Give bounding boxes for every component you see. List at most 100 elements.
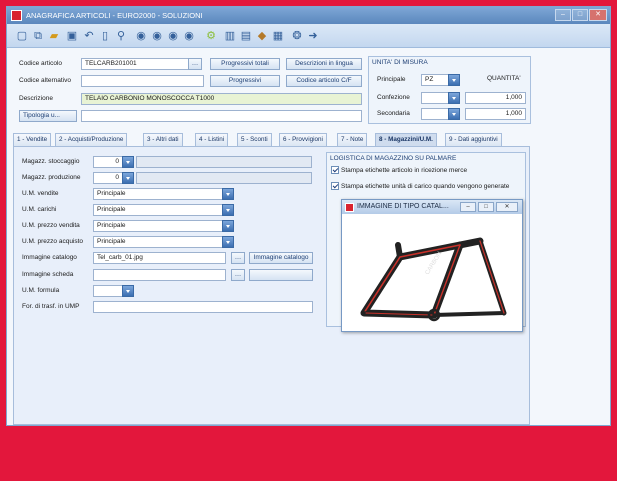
stampa-etichette-articolo-label: Stampa etichette articolo in ricezione m…: [341, 167, 468, 174]
um-vendite-select[interactable]: Principale: [93, 188, 223, 200]
magazz-stoccaggio-dropdown[interactable]: [122, 156, 134, 168]
tab-provvigioni[interactable]: 6 - Provvigioni: [279, 133, 327, 146]
principale-um-dropdown[interactable]: [448, 74, 460, 86]
popup-app-icon: [345, 203, 354, 212]
confezione-um-field[interactable]: [421, 92, 449, 104]
image-preview-window[interactable]: IMMAGINE DI TIPO CATAL... – □ ✕ CARBON: [341, 199, 523, 332]
um-carichi-select[interactable]: Principale: [93, 204, 223, 216]
for-trasf-ump-field[interactable]: [93, 301, 313, 313]
settings-icon[interactable]: ⚙: [204, 29, 218, 43]
stampa-etichette-unita-checkbox[interactable]: [331, 182, 339, 190]
tab-listini[interactable]: 4 - Listini: [195, 133, 229, 146]
magazz-stoccaggio-field[interactable]: 0: [93, 156, 123, 168]
magazz-stoccaggio-description: [136, 156, 312, 168]
for-trasf-ump-label: For. di trasf. in UMP: [22, 303, 80, 310]
delete-icon[interactable]: ▯: [98, 29, 112, 43]
um-vendite-label: U.M. vendite: [22, 190, 59, 197]
stampa-etichette-articolo-checkbox[interactable]: [331, 166, 339, 174]
maximize-button[interactable]: □: [572, 9, 588, 21]
immagine-catalogo-button[interactable]: Immagine catalogo: [249, 252, 313, 264]
um-carichi-label: U.M. carichi: [22, 206, 57, 213]
tab-dati-aggiuntivi[interactable]: 9 - Dati aggiuntivi: [445, 133, 502, 146]
exit-icon[interactable]: ➜: [306, 29, 320, 43]
codice-alternativo-label: Codice alternativo: [19, 77, 72, 84]
copy-icon[interactable]: ⧉: [31, 29, 45, 43]
descrizione-label: Descrizione: [19, 95, 53, 102]
previous-icon[interactable]: ◉: [150, 29, 164, 43]
codice-articolo-label: Codice articolo: [19, 60, 62, 67]
um-prezzo-vendita-select[interactable]: Principale: [93, 220, 223, 232]
bottom-banner: [0, 427, 617, 481]
magazz-produzione-field[interactable]: 0: [93, 172, 123, 184]
codice-articolo-field[interactable]: TELCARB201001: [81, 58, 193, 70]
close-button[interactable]: ✕: [589, 9, 607, 21]
tab-sconti[interactable]: 5 - Sconti: [237, 133, 272, 146]
um-carichi-dropdown[interactable]: [222, 204, 234, 216]
undo-icon[interactable]: ↶: [82, 29, 96, 43]
magazz-produzione-dropdown[interactable]: [122, 172, 134, 184]
um-prezzo-acquisto-label: U.M. prezzo acquisto: [22, 238, 84, 245]
secondaria-quantita-field[interactable]: 1,000: [465, 108, 526, 120]
tab-acquisti-produzione[interactable]: 2 - Acquisti/Produzione: [55, 133, 128, 146]
tab-note[interactable]: 7 - Note: [337, 133, 368, 146]
codice-articolo-lookup-button[interactable]: …: [188, 58, 202, 70]
barcode-icon[interactable]: ▥: [223, 29, 237, 43]
confezione-quantita-field[interactable]: 1,000: [465, 92, 526, 104]
um-vendite-dropdown[interactable]: [222, 188, 234, 200]
new-icon[interactable]: ▢: [15, 29, 29, 43]
stampa-etichette-unita-label: Stampa etichette unità di carico quando …: [341, 183, 510, 190]
first-icon[interactable]: ◉: [134, 29, 148, 43]
descrizione-field[interactable]: TELAIO CARBONIO MONOSCOCCA T1000: [81, 93, 362, 105]
tipologia-field[interactable]: [81, 110, 362, 122]
confezione-um-dropdown[interactable]: [448, 92, 460, 104]
help-icon[interactable]: ❂: [290, 29, 304, 43]
codice-articolo-cf-button[interactable]: Codice articolo C/F: [286, 75, 362, 87]
immagine-catalogo-field[interactable]: Tel_carb_01.jpg: [93, 252, 226, 264]
um-prezzo-acquisto-select[interactable]: Principale: [93, 236, 223, 248]
open-icon[interactable]: ▰: [47, 29, 61, 43]
next-icon[interactable]: ◉: [166, 29, 180, 43]
magazz-produzione-description: [136, 172, 312, 184]
tab-vendite[interactable]: 1 - Vendite: [13, 133, 52, 146]
um-formula-dropdown[interactable]: [122, 285, 134, 297]
progressivi-totali-button[interactable]: Progressivi totali: [210, 58, 280, 70]
unita-misura-group: UNITA' DI MISURA QUANTITA' Principale PZ…: [368, 56, 531, 124]
package-icon[interactable]: ◆: [255, 29, 269, 43]
document-icon[interactable]: ▤: [239, 29, 253, 43]
stock-icon[interactable]: ▦: [271, 29, 285, 43]
toolbar: ▢ ⧉ ▰ ▣ ↶ ▯ ⚲ ◉ ◉ ◉ ◉ ⚙ ▥ ▤ ◆ ▦ ❂ ➜: [7, 24, 610, 48]
secondaria-um-dropdown[interactable]: [448, 108, 460, 120]
immagine-scheda-label: Immagine scheda: [22, 271, 74, 278]
immagine-catalogo-label: Immagine catalogo: [22, 254, 77, 261]
um-prezzo-vendita-dropdown[interactable]: [222, 220, 234, 232]
um-prezzo-acquisto-dropdown[interactable]: [222, 236, 234, 248]
minimize-button[interactable]: –: [555, 9, 571, 21]
secondaria-label: Secondaria: [377, 110, 410, 117]
tab-altri-dati[interactable]: 3 - Altri dati: [143, 133, 183, 146]
immagine-scheda-field[interactable]: [93, 269, 226, 281]
magazz-produzione-label: Magazz. produzione: [22, 174, 81, 181]
codice-alternativo-field[interactable]: [81, 75, 204, 87]
unita-misura-title: UNITA' DI MISURA: [372, 59, 428, 66]
popup-title-bar[interactable]: IMMAGINE DI TIPO CATAL... – □ ✕: [342, 200, 522, 214]
last-icon[interactable]: ◉: [182, 29, 196, 43]
descrizioni-lingua-button[interactable]: Descrizioni in lingua: [286, 58, 362, 70]
um-formula-field[interactable]: [93, 285, 123, 297]
title-bar[interactable]: ANAGRAFICA ARTICOLI - EURO2000 - SOLUZIO…: [7, 7, 610, 24]
principale-label: Principale: [377, 76, 406, 83]
popup-close-button[interactable]: ✕: [496, 202, 518, 212]
popup-maximize-button[interactable]: □: [478, 202, 494, 212]
tipologia-button[interactable]: Tipologia u...: [19, 110, 77, 122]
find-icon[interactable]: ⚲: [114, 29, 128, 43]
bicycle-frame-image: CARBON: [360, 237, 507, 322]
magazz-stoccaggio-label: Magazz. stoccaggio: [22, 158, 80, 165]
principale-um-field[interactable]: PZ: [421, 74, 449, 86]
progressivi-button[interactable]: Progressivi: [210, 75, 280, 87]
secondaria-um-field[interactable]: [421, 108, 449, 120]
save-icon[interactable]: ▣: [65, 29, 79, 43]
immagine-catalogo-browse-button[interactable]: …: [231, 252, 245, 264]
popup-minimize-button[interactable]: –: [460, 202, 476, 212]
immagine-scheda-browse-button[interactable]: …: [231, 269, 245, 281]
um-formula-label: U.M. formula: [22, 287, 60, 294]
tab-magazzini-um[interactable]: 8 - Magazzini/U.M.: [375, 133, 437, 146]
